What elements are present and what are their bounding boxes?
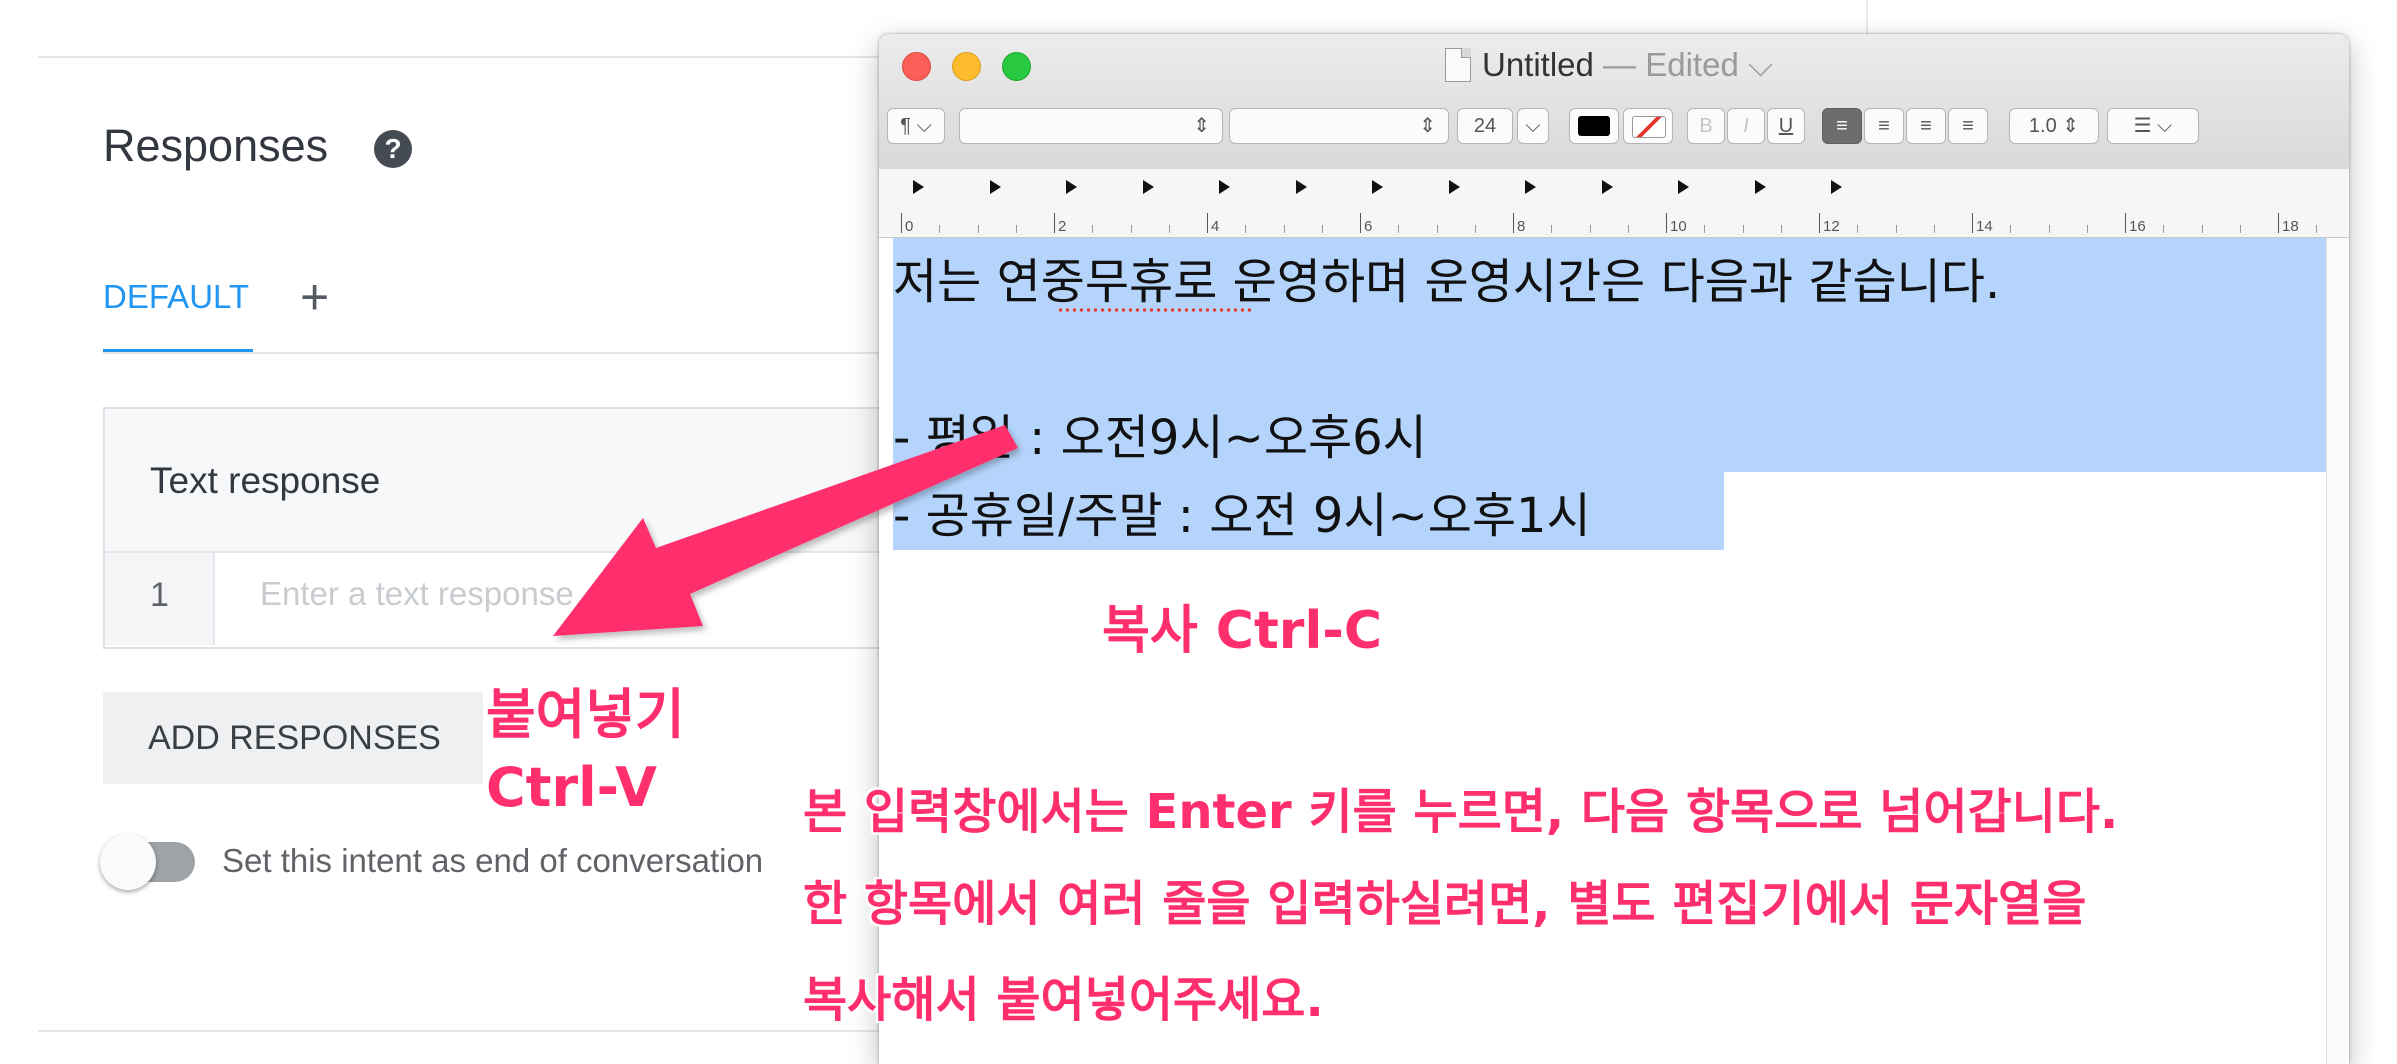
paste-annotation-line1: 붙여넣기 [486,683,685,746]
arrow-icon [553,425,1018,636]
paste-annotation-line2: Ctrl-V [486,756,657,819]
instruction-note-line3: 복사해서 붙여넣어주세요. [803,972,1324,1028]
instruction-note-line1: 본 입력창에서는 Enter 키를 누르면, 다음 항목으로 넘어갑니다. [803,784,2119,840]
instruction-note-line2: 한 항목에서 여러 줄을 입력하실려면, 별도 편집기에서 문자열을 [803,876,2087,932]
copy-annotation: 복사 Ctrl-C [1102,601,1383,661]
